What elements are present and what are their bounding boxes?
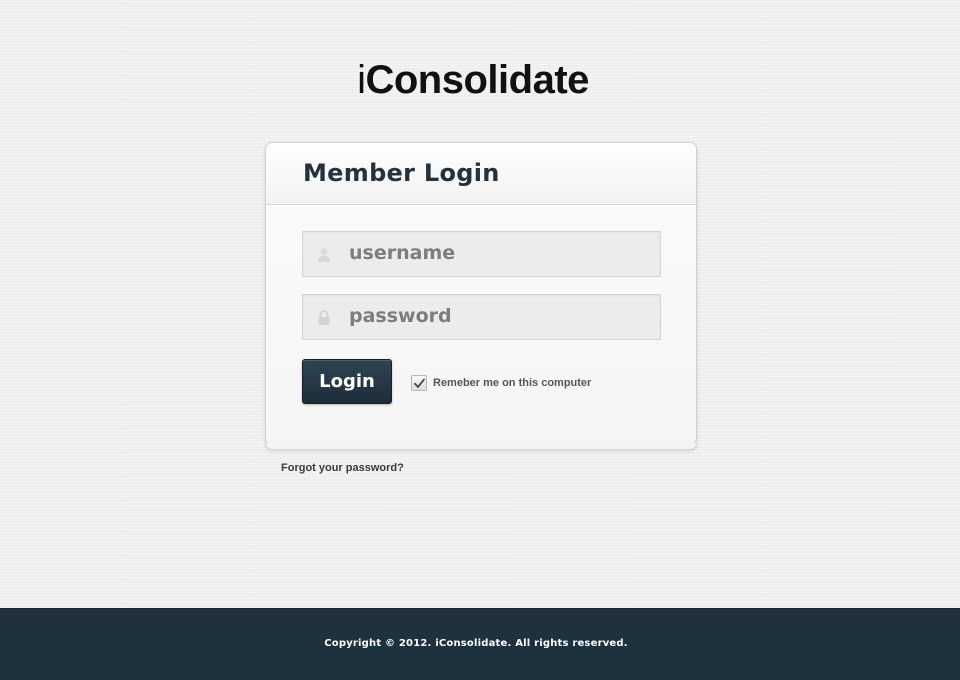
checkmark-icon <box>414 378 425 388</box>
remember-me-label: Remeber me on this computer <box>433 376 592 389</box>
app-logo: iConsolidate <box>0 56 946 104</box>
login-card-title: Member Login <box>303 159 500 187</box>
username-placeholder: username <box>349 242 456 264</box>
logo-name: Consolidate <box>365 58 589 102</box>
remember-me-option[interactable]: Remeber me on this computer <box>411 374 591 391</box>
username-field[interactable]: username <box>302 231 661 277</box>
login-card: Member Login username password Login Rem… <box>265 142 697 450</box>
lock-icon <box>317 310 331 326</box>
forgot-password-link[interactable]: Forgot your password? <box>281 462 404 474</box>
user-icon <box>317 247 331 263</box>
footer-copyright: Copyright © 2012. iConsolidate. All righ… <box>324 638 628 649</box>
login-button[interactable]: Login <box>302 359 392 404</box>
password-placeholder: password <box>349 305 452 327</box>
remember-me-checkbox[interactable] <box>411 374 427 391</box>
footer: Copyright © 2012. iConsolidate. All righ… <box>0 608 960 680</box>
password-field[interactable]: password <box>302 294 661 340</box>
